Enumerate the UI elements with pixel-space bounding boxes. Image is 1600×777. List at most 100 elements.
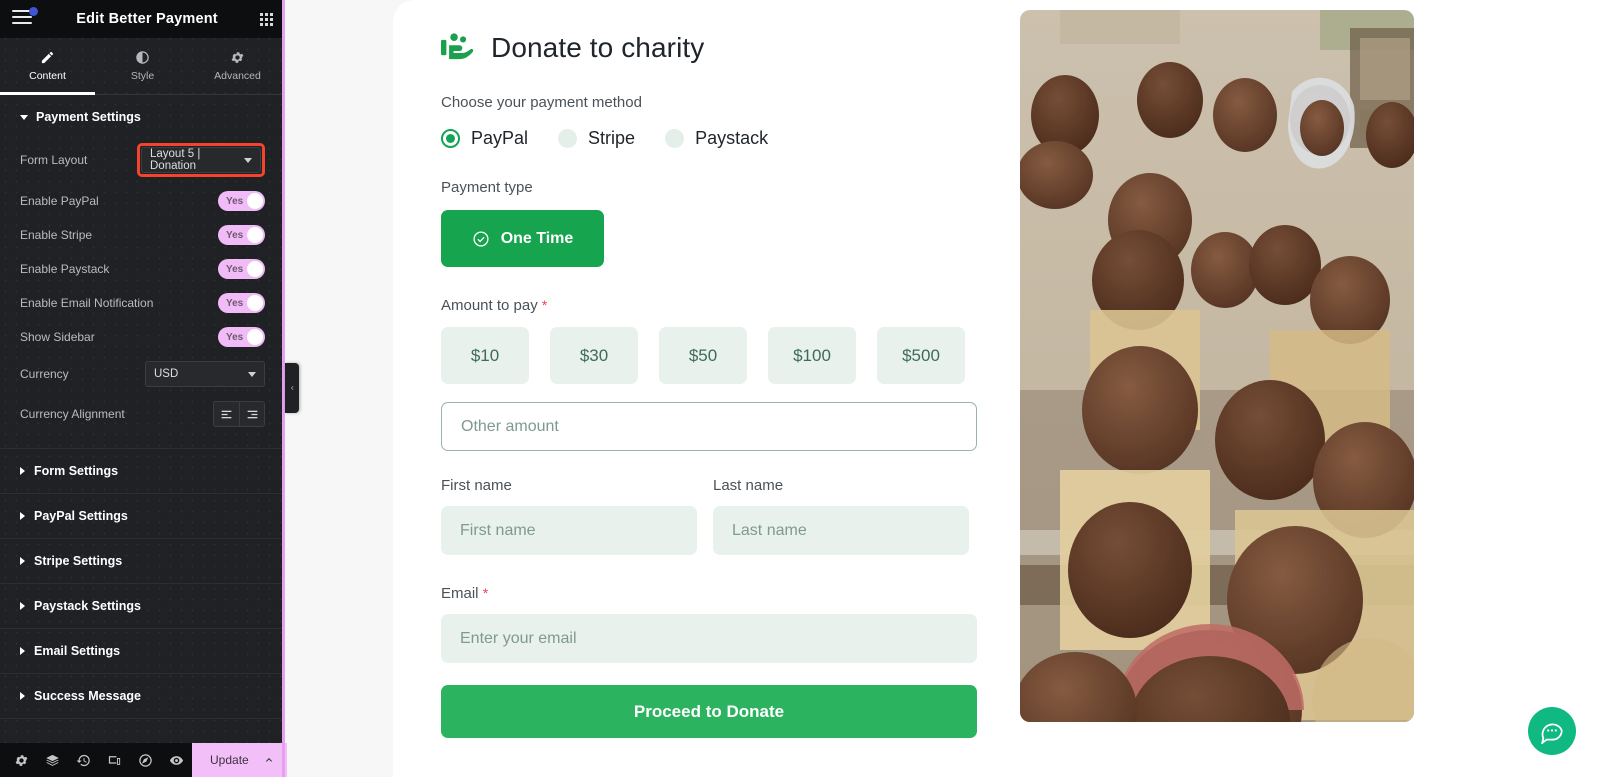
radio-stripe-label: Stripe xyxy=(588,128,636,148)
amount-option[interactable]: $100 xyxy=(768,327,856,384)
sidebar-section-label: Paystack Settings xyxy=(34,599,141,613)
toggle-knob xyxy=(247,193,263,209)
show-sidebar-value: Yes xyxy=(226,331,244,343)
last-name-group: Last name Last name xyxy=(713,451,969,555)
enable-paypal-label: Enable PayPal xyxy=(20,194,99,208)
amount-option[interactable]: $30 xyxy=(550,327,638,384)
radio-indicator xyxy=(665,129,685,148)
enable-stripe-label: Enable Stripe xyxy=(20,228,93,242)
history-icon[interactable] xyxy=(68,743,99,777)
radio-paypal[interactable]: PayPal xyxy=(441,128,528,149)
currency-value: USD xyxy=(154,368,179,380)
enable-paypal-row: Enable PayPal Yes xyxy=(0,184,285,218)
radio-paystack[interactable]: Paystack xyxy=(665,128,768,149)
enable-paystack-toggle[interactable]: Yes xyxy=(218,259,265,279)
toggle-knob xyxy=(247,329,263,345)
enable-stripe-value: Yes xyxy=(226,229,244,241)
radio-stripe[interactable]: Stripe xyxy=(558,128,635,149)
amount-option[interactable]: $10 xyxy=(441,327,529,384)
caret-right-icon xyxy=(20,557,25,565)
sidebar-section-stripe-settings[interactable]: Stripe Settings xyxy=(0,539,285,584)
align-left-icon xyxy=(221,410,232,418)
amount-label: Amount to pay xyxy=(441,297,538,314)
chat-bubble-button[interactable] xyxy=(1528,707,1576,755)
proceed-to-donate-button[interactable]: Proceed to Donate xyxy=(441,685,977,738)
charity-hand-people-icon xyxy=(441,33,474,60)
currency-alignment-label: Currency Alignment xyxy=(20,407,125,421)
apps-grid-icon[interactable] xyxy=(260,12,273,26)
show-sidebar-label: Show Sidebar xyxy=(20,330,95,344)
one-time-button[interactable]: One Time xyxy=(441,210,604,267)
form-layout-select[interactable]: Layout 5 | Donation xyxy=(141,147,261,173)
enable-paystack-label: Enable Paystack xyxy=(20,262,110,276)
classroom-children-photo xyxy=(1020,10,1414,722)
navigator-icon[interactable] xyxy=(130,743,161,777)
payment-method-group: PayPal Stripe Paystack xyxy=(441,128,977,149)
sidebar-section-label: Form Settings xyxy=(34,464,119,478)
currency-select[interactable]: USD xyxy=(145,361,265,387)
notification-dot xyxy=(29,7,38,16)
sidebar-section-email-settings[interactable]: Email Settings xyxy=(0,629,285,674)
caret-right-icon xyxy=(20,647,25,655)
settings-gear-icon[interactable] xyxy=(6,743,37,777)
enable-paypal-toggle[interactable]: Yes xyxy=(218,191,265,211)
show-sidebar-toggle[interactable]: Yes xyxy=(218,327,265,347)
payment-settings-section: Payment Settings Form Layout Layout 5 | … xyxy=(0,95,285,449)
hamburger-icon[interactable] xyxy=(12,7,38,28)
first-name-input[interactable]: First name xyxy=(441,506,697,555)
first-name-group: First name First name xyxy=(441,451,697,555)
last-name-input[interactable]: Last name xyxy=(713,506,969,555)
payment-settings-title: Payment Settings xyxy=(36,110,141,124)
radio-paystack-label: Paystack xyxy=(695,128,769,148)
show-sidebar-row: Show Sidebar Yes xyxy=(0,320,285,354)
layers-icon[interactable] xyxy=(37,743,68,777)
preview-eye-icon[interactable] xyxy=(161,743,192,777)
caret-right-icon xyxy=(20,602,25,610)
tab-style[interactable]: Style xyxy=(95,38,190,94)
amount-options: $10 $30 $50 $100 $500 xyxy=(441,327,977,384)
sidebar-section-form-settings[interactable]: Form Settings xyxy=(0,449,285,494)
panel-collapse-handle[interactable] xyxy=(285,363,299,413)
other-amount-input[interactable]: Other amount xyxy=(441,402,977,451)
sidebar-section-label: Email Settings xyxy=(34,644,121,658)
update-button[interactable]: Update xyxy=(192,743,287,777)
form-layout-row: Form Layout Layout 5 | Donation xyxy=(0,136,285,184)
tab-content[interactable]: Content xyxy=(0,38,95,95)
currency-row: Currency USD xyxy=(0,354,285,394)
tab-advanced[interactable]: Advanced xyxy=(190,38,285,94)
sidebar-section-label: Success Message xyxy=(34,689,142,703)
sidebar-section-success-message[interactable]: Success Message xyxy=(0,674,285,719)
tab-style-label: Style xyxy=(130,70,155,82)
sidebar-section-paypal-settings[interactable]: PayPal Settings xyxy=(0,494,285,539)
amount-option[interactable]: $50 xyxy=(659,327,747,384)
chevron-up-icon[interactable] xyxy=(263,754,275,766)
align-right-button[interactable] xyxy=(239,401,265,427)
enable-email-notification-value: Yes xyxy=(226,297,244,309)
align-right-icon xyxy=(247,410,257,418)
responsive-mode-icon[interactable] xyxy=(99,743,130,777)
align-left-button[interactable] xyxy=(213,401,239,427)
radio-indicator xyxy=(558,129,578,148)
currency-alignment-group xyxy=(213,401,265,427)
amount-option[interactable]: $500 xyxy=(877,327,965,384)
enable-paypal-value: Yes xyxy=(226,195,244,207)
name-fields: First name First name Last name Last nam… xyxy=(441,451,977,555)
currency-label: Currency xyxy=(20,367,69,381)
email-input[interactable]: Enter your email xyxy=(441,614,977,663)
enable-email-notification-toggle[interactable]: Yes xyxy=(218,293,265,313)
page-title: Donate to charity xyxy=(491,32,705,63)
caret-down-icon xyxy=(20,114,28,120)
enable-stripe-toggle[interactable]: Yes xyxy=(218,225,265,245)
required-asterisk: * xyxy=(482,585,489,601)
form-header: Donate to charity xyxy=(441,32,977,64)
required-asterisk: * xyxy=(541,297,548,313)
toggle-knob xyxy=(247,295,263,311)
chevron-left-icon xyxy=(291,386,294,390)
editor-canvas: Donate to charity Choose your payment me… xyxy=(285,0,1600,777)
sidebar-section-paystack-settings[interactable]: Paystack Settings xyxy=(0,584,285,629)
radio-indicator xyxy=(441,129,460,148)
form-layout-value: Layout 5 | Donation xyxy=(150,148,201,172)
payment-settings-header[interactable]: Payment Settings xyxy=(0,95,285,136)
panel-footer: Update xyxy=(0,743,287,777)
first-name-label: First name xyxy=(441,477,512,494)
